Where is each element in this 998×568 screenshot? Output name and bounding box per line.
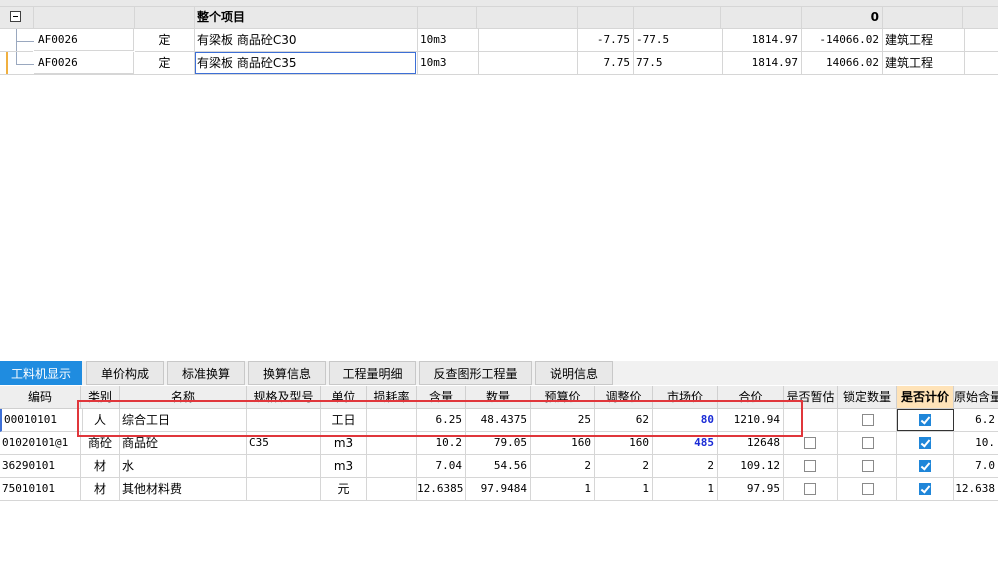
cell-code: 01020101@1 [0,432,81,455]
cell-priced [897,455,954,478]
cell-market[interactable]: 2 [653,455,718,478]
row-qty2: 77.5 [634,52,723,75]
cell-quantity: 97.9484 [466,478,531,501]
cell-loss [367,478,417,501]
group-name: 整个项目 [195,6,418,29]
cell-focus-box [195,52,416,74]
cell-content: 7.04 [417,455,466,478]
cell-code: 00010101 [0,409,83,432]
row-type: 定 [135,29,195,52]
priced-checkbox[interactable] [919,483,931,495]
lock-checkbox[interactable] [862,483,874,495]
cell-unit: m3 [321,455,367,478]
cell-priced [897,432,954,455]
tab-resources[interactable]: 工料机显示 [0,361,82,385]
cell-original: 12.638 [954,478,998,501]
cell-type: 材 [81,455,120,478]
row-unit: 10m3 [418,52,479,75]
cell-original: 10. [954,432,998,455]
tab-quantity-detail[interactable]: 工程量明细 [329,361,416,385]
cell-locked [838,478,897,501]
tab-bar: 工料机显示 单价构成 标准换算 换算信息 工程量明细 反查图形工程量 说明信息 [0,361,998,385]
tab-conversion-info[interactable]: 换算信息 [248,361,326,385]
row-code: AF0026 [34,29,134,51]
row-code: AF0026 [34,52,134,74]
cell-total: 97.95 [718,478,784,501]
cell-type: 材 [81,478,120,501]
cell-provisional [784,455,838,478]
table-row-selected[interactable]: AF0026 定 有梁板 商品砼C35 10m3 7.75 77.5 1814.… [0,52,998,75]
provisional-checkbox[interactable] [804,460,816,472]
cell-original: 6.2 [954,409,998,432]
cell-quantity: 54.56 [466,455,531,478]
priced-checkbox[interactable] [919,437,931,449]
tab-unit-price[interactable]: 单价构成 [86,361,164,385]
cell-spec [247,478,321,501]
cell-priced [897,478,954,501]
provisional-checkbox[interactable] [804,437,816,449]
cell-adjusted: 1 [595,478,653,501]
tab-description[interactable]: 说明信息 [535,361,613,385]
cell-name: 水 [120,455,247,478]
cell-budget: 2 [531,455,595,478]
tab-reverse-lookup[interactable]: 反查图形工程量 [419,361,532,385]
cell-locked [838,455,897,478]
cell-provisional [784,478,838,501]
cell-name: 其他材料费 [120,478,247,501]
highlight-annotation-box [77,400,803,437]
row-price: 1814.97 [721,52,802,75]
cell-focus-box [897,409,954,431]
table-row[interactable]: AF0026 定 有梁板 商品砼C30 10m3 -7.75 -77.5 181… [0,29,998,52]
row-total: 14066.02 [802,52,883,75]
cell-market[interactable]: 1 [653,478,718,501]
row-category: 建筑工程 [883,29,965,52]
tab-standard-conversion[interactable]: 标准换算 [167,361,245,385]
group-total: 0 [802,6,883,29]
row-qty2: -77.5 [634,29,723,52]
col-code[interactable]: 编码 [0,386,81,409]
cell-budget: 1 [531,478,595,501]
lock-checkbox[interactable] [862,414,874,426]
cell-locked [838,409,897,432]
table-row[interactable]: 36290101 材 水 m3 7.04 54.56 2 2 2 109.12 … [0,455,998,478]
col-lock-quantity[interactable]: 锁定数量 [838,386,897,409]
row-name[interactable]: 有梁板 商品砼C30 [195,29,418,52]
cell-unit: 元 [321,478,367,501]
row-total: -14066.02 [802,29,883,52]
col-priced[interactable]: 是否计价 [897,386,954,409]
row-category: 建筑工程 [883,52,965,75]
row-type: 定 [135,52,195,75]
table-row[interactable]: 75010101 材 其他材料费 元 12.6385 97.9484 1 1 1… [0,478,998,501]
cell-original: 7.0 [954,455,998,478]
cell-code: 75010101 [0,478,81,501]
row-qty: 7.75 [578,52,634,75]
cell-locked [838,432,897,455]
lock-checkbox[interactable] [862,437,874,449]
row-unit: 10m3 [418,29,479,52]
cell-code: 36290101 [0,455,81,478]
cell-spec [247,455,321,478]
cell-loss [367,455,417,478]
priced-checkbox[interactable] [919,460,931,472]
row-price: 1814.97 [721,29,802,52]
collapse-icon[interactable] [10,11,21,22]
cell-content: 12.6385 [417,478,466,501]
col-original-content[interactable]: 原始含量 [954,386,998,409]
group-row[interactable]: 整个项目 0 [0,6,998,29]
provisional-checkbox[interactable] [804,483,816,495]
lock-checkbox[interactable] [862,460,874,472]
cell-adjusted: 2 [595,455,653,478]
row-qty: -7.75 [578,29,634,52]
cell-total: 109.12 [718,455,784,478]
